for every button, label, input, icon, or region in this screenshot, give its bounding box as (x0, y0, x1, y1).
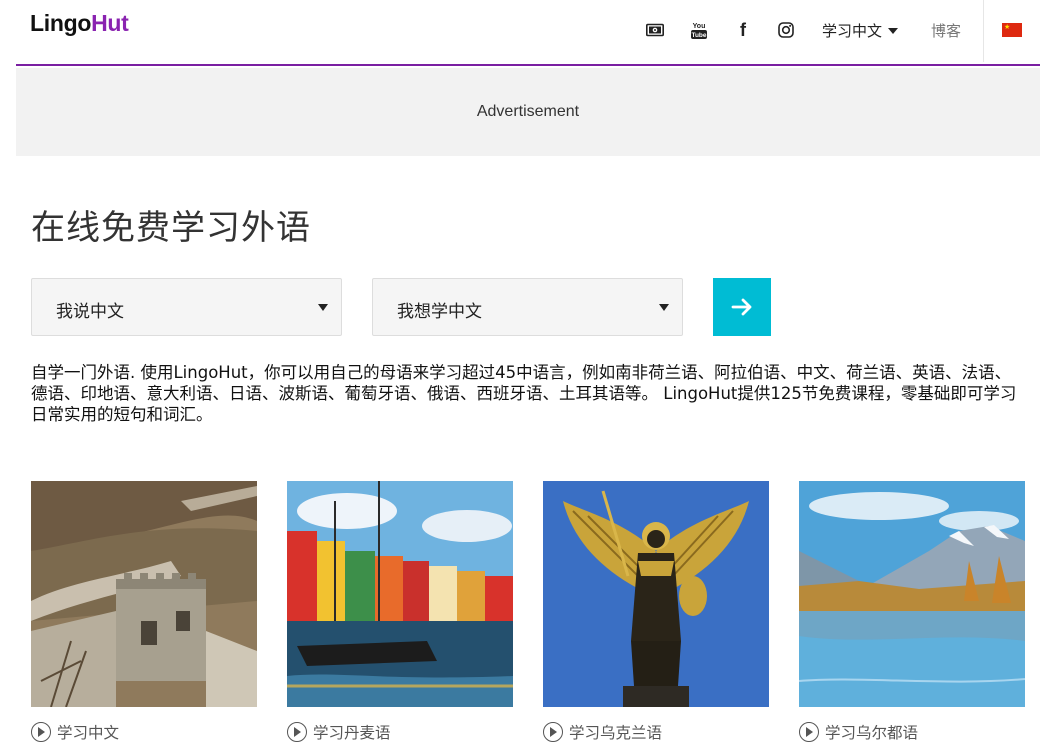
logo[interactable]: LingoHut (30, 10, 129, 37)
language-menu-label: 学习中文 (822, 22, 883, 40)
learn-language-select[interactable]: 我想学中文 (372, 278, 683, 336)
course-link[interactable]: 学习乌克兰语 (543, 721, 769, 743)
facebook-icon[interactable]: f (732, 19, 754, 41)
play-circle-icon (287, 722, 307, 742)
course-card-urdu[interactable]: 学习乌尔都语 (799, 481, 1025, 743)
play-circle-icon (799, 722, 819, 742)
archangel-statue-image[interactable] (543, 481, 769, 707)
great-wall-image[interactable] (31, 481, 257, 707)
course-card-chinese[interactable]: 学习中文 (31, 481, 257, 743)
course-link[interactable]: 学习中文 (31, 721, 257, 743)
mountain-lake-image[interactable] (799, 481, 1025, 707)
course-link[interactable]: 学习乌尔都语 (799, 721, 1025, 743)
youtube-icon[interactable]: You Tube (688, 19, 710, 41)
youtube-text-bottom: Tube (691, 32, 706, 39)
china-flag-icon[interactable]: ★ (1002, 23, 1022, 37)
page-title: 在线免费学习外语 (31, 208, 311, 248)
arrow-right-icon (731, 298, 752, 316)
course-label: 学习乌克兰语 (569, 724, 663, 742)
advertisement-banner: Advertisement (16, 68, 1040, 156)
course-label: 学习中文 (57, 724, 120, 742)
advertisement-label: Advertisement (476, 103, 580, 120)
dropdown-arrow-icon (318, 304, 328, 311)
money-icon[interactable] (644, 19, 666, 41)
go-button[interactable] (713, 278, 771, 336)
dropdown-arrow-icon (659, 304, 669, 311)
course-card-ukrainian[interactable]: 学习乌克兰语 (543, 481, 769, 743)
language-menu[interactable]: 学习中文 (822, 20, 899, 41)
course-link[interactable]: 学习丹麦语 (287, 721, 513, 743)
youtube-text-top: You (693, 23, 706, 30)
speak-language-value: 我说中文 (56, 302, 124, 322)
course-label: 学习丹麦语 (313, 724, 391, 742)
speak-language-select[interactable]: 我说中文 (31, 278, 342, 336)
learn-language-value: 我想学中文 (397, 302, 482, 322)
caret-down-icon (888, 27, 899, 34)
facebook-glyph: f (740, 19, 746, 40)
play-circle-icon (31, 722, 51, 742)
course-label: 学习乌尔都语 (825, 724, 919, 742)
blog-link[interactable]: 博客 (931, 20, 961, 41)
course-card-danish[interactable]: 学习丹麦语 (287, 481, 513, 743)
copenhagen-harbor-image[interactable] (287, 481, 513, 707)
play-circle-icon (543, 722, 563, 742)
instagram-icon[interactable] (775, 19, 797, 41)
nav-divider (983, 0, 984, 62)
site-header: LingoHut You Tube f 学习中文 博客 ★ (16, 0, 1040, 66)
intro-paragraph: 自学一门外语. 使用LingoHut，你可以用自己的母语来学习超过45中语言，例… (31, 363, 1017, 424)
